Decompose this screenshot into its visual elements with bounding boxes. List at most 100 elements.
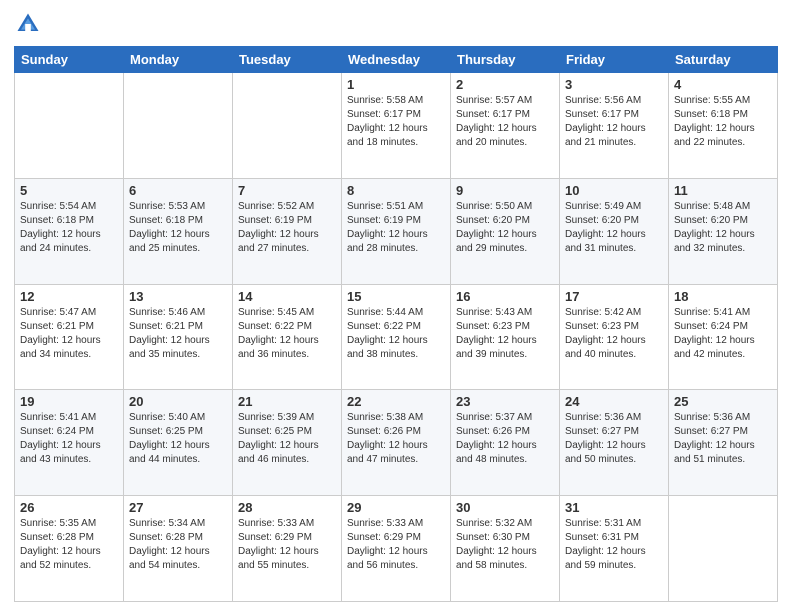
calendar-cell: 22 Sunrise: 5:38 AM Sunset: 6:26 PM Dayli… xyxy=(342,390,451,496)
day-number: 2 xyxy=(456,77,554,92)
day-number: 11 xyxy=(674,183,772,198)
weekday-header-thursday: Thursday xyxy=(451,47,560,73)
day-info: Sunrise: 5:49 AM Sunset: 6:20 PM Dayligh… xyxy=(565,200,663,256)
calendar-week-4: 26 Sunrise: 5:35 AM Sunset: 6:28 PM Dayli… xyxy=(15,496,778,602)
calendar-cell: 9 Sunrise: 5:50 AM Sunset: 6:20 PM Daylig… xyxy=(451,178,560,284)
calendar-week-2: 12Sunrise: 5:47 AM Sunset: 6:21 PM Dayli… xyxy=(15,284,778,390)
calendar-cell: 17Sunrise: 5:42 AM Sunset: 6:23 PM Dayli… xyxy=(560,284,669,390)
weekday-header-tuesday: Tuesday xyxy=(233,47,342,73)
day-number: 25 xyxy=(674,394,772,409)
calendar-cell: 29 Sunrise: 5:33 AM Sunset: 6:29 PM Dayli… xyxy=(342,496,451,602)
calendar-cell xyxy=(124,73,233,179)
day-number: 31 xyxy=(565,500,663,515)
day-number: 28 xyxy=(238,500,336,515)
calendar-cell: 21Sunrise: 5:39 AM Sunset: 6:25 PM Dayli… xyxy=(233,390,342,496)
calendar-table: SundayMondayTuesdayWednesdayThursdayFrid… xyxy=(14,46,778,602)
day-number: 18 xyxy=(674,289,772,304)
day-info: Sunrise: 5:33 AM Sunset: 6:29 PM Dayligh… xyxy=(238,517,336,573)
logo-icon xyxy=(14,10,42,38)
calendar-week-3: 19Sunrise: 5:41 AM Sunset: 6:24 PM Dayli… xyxy=(15,390,778,496)
day-info: Sunrise: 5:53 AM Sunset: 6:18 PM Dayligh… xyxy=(129,200,227,256)
day-info: Sunrise: 5:52 AM Sunset: 6:19 PM Dayligh… xyxy=(238,200,336,256)
day-number: 19 xyxy=(20,394,118,409)
day-info: Sunrise: 5:37 AM Sunset: 6:26 PM Dayligh… xyxy=(456,411,554,467)
day-info: Sunrise: 5:32 AM Sunset: 6:30 PM Dayligh… xyxy=(456,517,554,573)
day-number: 3 xyxy=(565,77,663,92)
calendar-cell: 18 Sunrise: 5:41 AM Sunset: 6:24 PM Dayli… xyxy=(669,284,778,390)
day-info: Sunrise: 5:47 AM Sunset: 6:21 PM Dayligh… xyxy=(20,306,118,362)
calendar-cell: 20 Sunrise: 5:40 AM Sunset: 6:25 PM Dayli… xyxy=(124,390,233,496)
calendar-cell: 1Sunrise: 5:58 AM Sunset: 6:17 PM Daylig… xyxy=(342,73,451,179)
day-info: Sunrise: 5:43 AM Sunset: 6:23 PM Dayligh… xyxy=(456,306,554,362)
day-number: 7 xyxy=(238,183,336,198)
day-info: Sunrise: 5:33 AM Sunset: 6:29 PM Dayligh… xyxy=(347,517,445,573)
weekday-header-saturday: Saturday xyxy=(669,47,778,73)
weekday-header-sunday: Sunday xyxy=(15,47,124,73)
day-info: Sunrise: 5:38 AM Sunset: 6:26 PM Dayligh… xyxy=(347,411,445,467)
day-info: Sunrise: 5:48 AM Sunset: 6:20 PM Dayligh… xyxy=(674,200,772,256)
day-number: 1 xyxy=(347,77,445,92)
day-number: 24 xyxy=(565,394,663,409)
calendar-cell: 5Sunrise: 5:54 AM Sunset: 6:18 PM Daylig… xyxy=(15,178,124,284)
day-info: Sunrise: 5:40 AM Sunset: 6:25 PM Dayligh… xyxy=(129,411,227,467)
calendar-cell: 27 Sunrise: 5:34 AM Sunset: 6:28 PM Dayli… xyxy=(124,496,233,602)
calendar-cell: 2 Sunrise: 5:57 AM Sunset: 6:17 PM Daylig… xyxy=(451,73,560,179)
day-info: Sunrise: 5:34 AM Sunset: 6:28 PM Dayligh… xyxy=(129,517,227,573)
day-info: Sunrise: 5:41 AM Sunset: 6:24 PM Dayligh… xyxy=(674,306,772,362)
calendar-cell xyxy=(15,73,124,179)
calendar-cell: 11 Sunrise: 5:48 AM Sunset: 6:20 PM Dayli… xyxy=(669,178,778,284)
day-number: 9 xyxy=(456,183,554,198)
calendar-cell: 8 Sunrise: 5:51 AM Sunset: 6:19 PM Daylig… xyxy=(342,178,451,284)
day-number: 10 xyxy=(565,183,663,198)
day-info: Sunrise: 5:35 AM Sunset: 6:28 PM Dayligh… xyxy=(20,517,118,573)
day-info: Sunrise: 5:31 AM Sunset: 6:31 PM Dayligh… xyxy=(565,517,663,573)
logo xyxy=(14,10,46,38)
day-info: Sunrise: 5:50 AM Sunset: 6:20 PM Dayligh… xyxy=(456,200,554,256)
day-info: Sunrise: 5:55 AM Sunset: 6:18 PM Dayligh… xyxy=(674,94,772,150)
day-info: Sunrise: 5:45 AM Sunset: 6:22 PM Dayligh… xyxy=(238,306,336,362)
day-number: 27 xyxy=(129,500,227,515)
calendar-cell: 13 Sunrise: 5:46 AM Sunset: 6:21 PM Dayli… xyxy=(124,284,233,390)
day-number: 22 xyxy=(347,394,445,409)
calendar-cell: 30 Sunrise: 5:32 AM Sunset: 6:30 PM Dayli… xyxy=(451,496,560,602)
day-number: 8 xyxy=(347,183,445,198)
day-number: 17 xyxy=(565,289,663,304)
weekday-header-monday: Monday xyxy=(124,47,233,73)
calendar-cell: 24 Sunrise: 5:36 AM Sunset: 6:27 PM Dayli… xyxy=(560,390,669,496)
day-info: Sunrise: 5:36 AM Sunset: 6:27 PM Dayligh… xyxy=(565,411,663,467)
day-number: 26 xyxy=(20,500,118,515)
day-number: 6 xyxy=(129,183,227,198)
weekday-header-wednesday: Wednesday xyxy=(342,47,451,73)
day-number: 5 xyxy=(20,183,118,198)
calendar-cell: 26 Sunrise: 5:35 AM Sunset: 6:28 PM Dayli… xyxy=(15,496,124,602)
calendar-cell: 16Sunrise: 5:43 AM Sunset: 6:23 PM Dayli… xyxy=(451,284,560,390)
calendar-cell: 28 Sunrise: 5:33 AM Sunset: 6:29 PM Dayli… xyxy=(233,496,342,602)
day-number: 21 xyxy=(238,394,336,409)
day-number: 13 xyxy=(129,289,227,304)
day-number: 4 xyxy=(674,77,772,92)
day-number: 15 xyxy=(347,289,445,304)
calendar-cell: 12Sunrise: 5:47 AM Sunset: 6:21 PM Dayli… xyxy=(15,284,124,390)
calendar-cell: 25 Sunrise: 5:36 AM Sunset: 6:27 PM Dayli… xyxy=(669,390,778,496)
day-info: Sunrise: 5:51 AM Sunset: 6:19 PM Dayligh… xyxy=(347,200,445,256)
day-info: Sunrise: 5:57 AM Sunset: 6:17 PM Dayligh… xyxy=(456,94,554,150)
day-number: 20 xyxy=(129,394,227,409)
calendar-cell: 23Sunrise: 5:37 AM Sunset: 6:26 PM Dayli… xyxy=(451,390,560,496)
calendar-cell xyxy=(233,73,342,179)
day-info: Sunrise: 5:44 AM Sunset: 6:22 PM Dayligh… xyxy=(347,306,445,362)
calendar-week-1: 5Sunrise: 5:54 AM Sunset: 6:18 PM Daylig… xyxy=(15,178,778,284)
weekday-header-row: SundayMondayTuesdayWednesdayThursdayFrid… xyxy=(15,47,778,73)
day-number: 29 xyxy=(347,500,445,515)
calendar-cell: 19Sunrise: 5:41 AM Sunset: 6:24 PM Dayli… xyxy=(15,390,124,496)
day-number: 30 xyxy=(456,500,554,515)
header xyxy=(14,10,778,38)
calendar-cell: 6 Sunrise: 5:53 AM Sunset: 6:18 PM Daylig… xyxy=(124,178,233,284)
calendar-cell: 4 Sunrise: 5:55 AM Sunset: 6:18 PM Daylig… xyxy=(669,73,778,179)
day-info: Sunrise: 5:36 AM Sunset: 6:27 PM Dayligh… xyxy=(674,411,772,467)
day-info: Sunrise: 5:46 AM Sunset: 6:21 PM Dayligh… xyxy=(129,306,227,362)
day-number: 14 xyxy=(238,289,336,304)
weekday-header-friday: Friday xyxy=(560,47,669,73)
page: SundayMondayTuesdayWednesdayThursdayFrid… xyxy=(0,0,792,612)
calendar-week-0: 1Sunrise: 5:58 AM Sunset: 6:17 PM Daylig… xyxy=(15,73,778,179)
calendar-cell: 10 Sunrise: 5:49 AM Sunset: 6:20 PM Dayli… xyxy=(560,178,669,284)
